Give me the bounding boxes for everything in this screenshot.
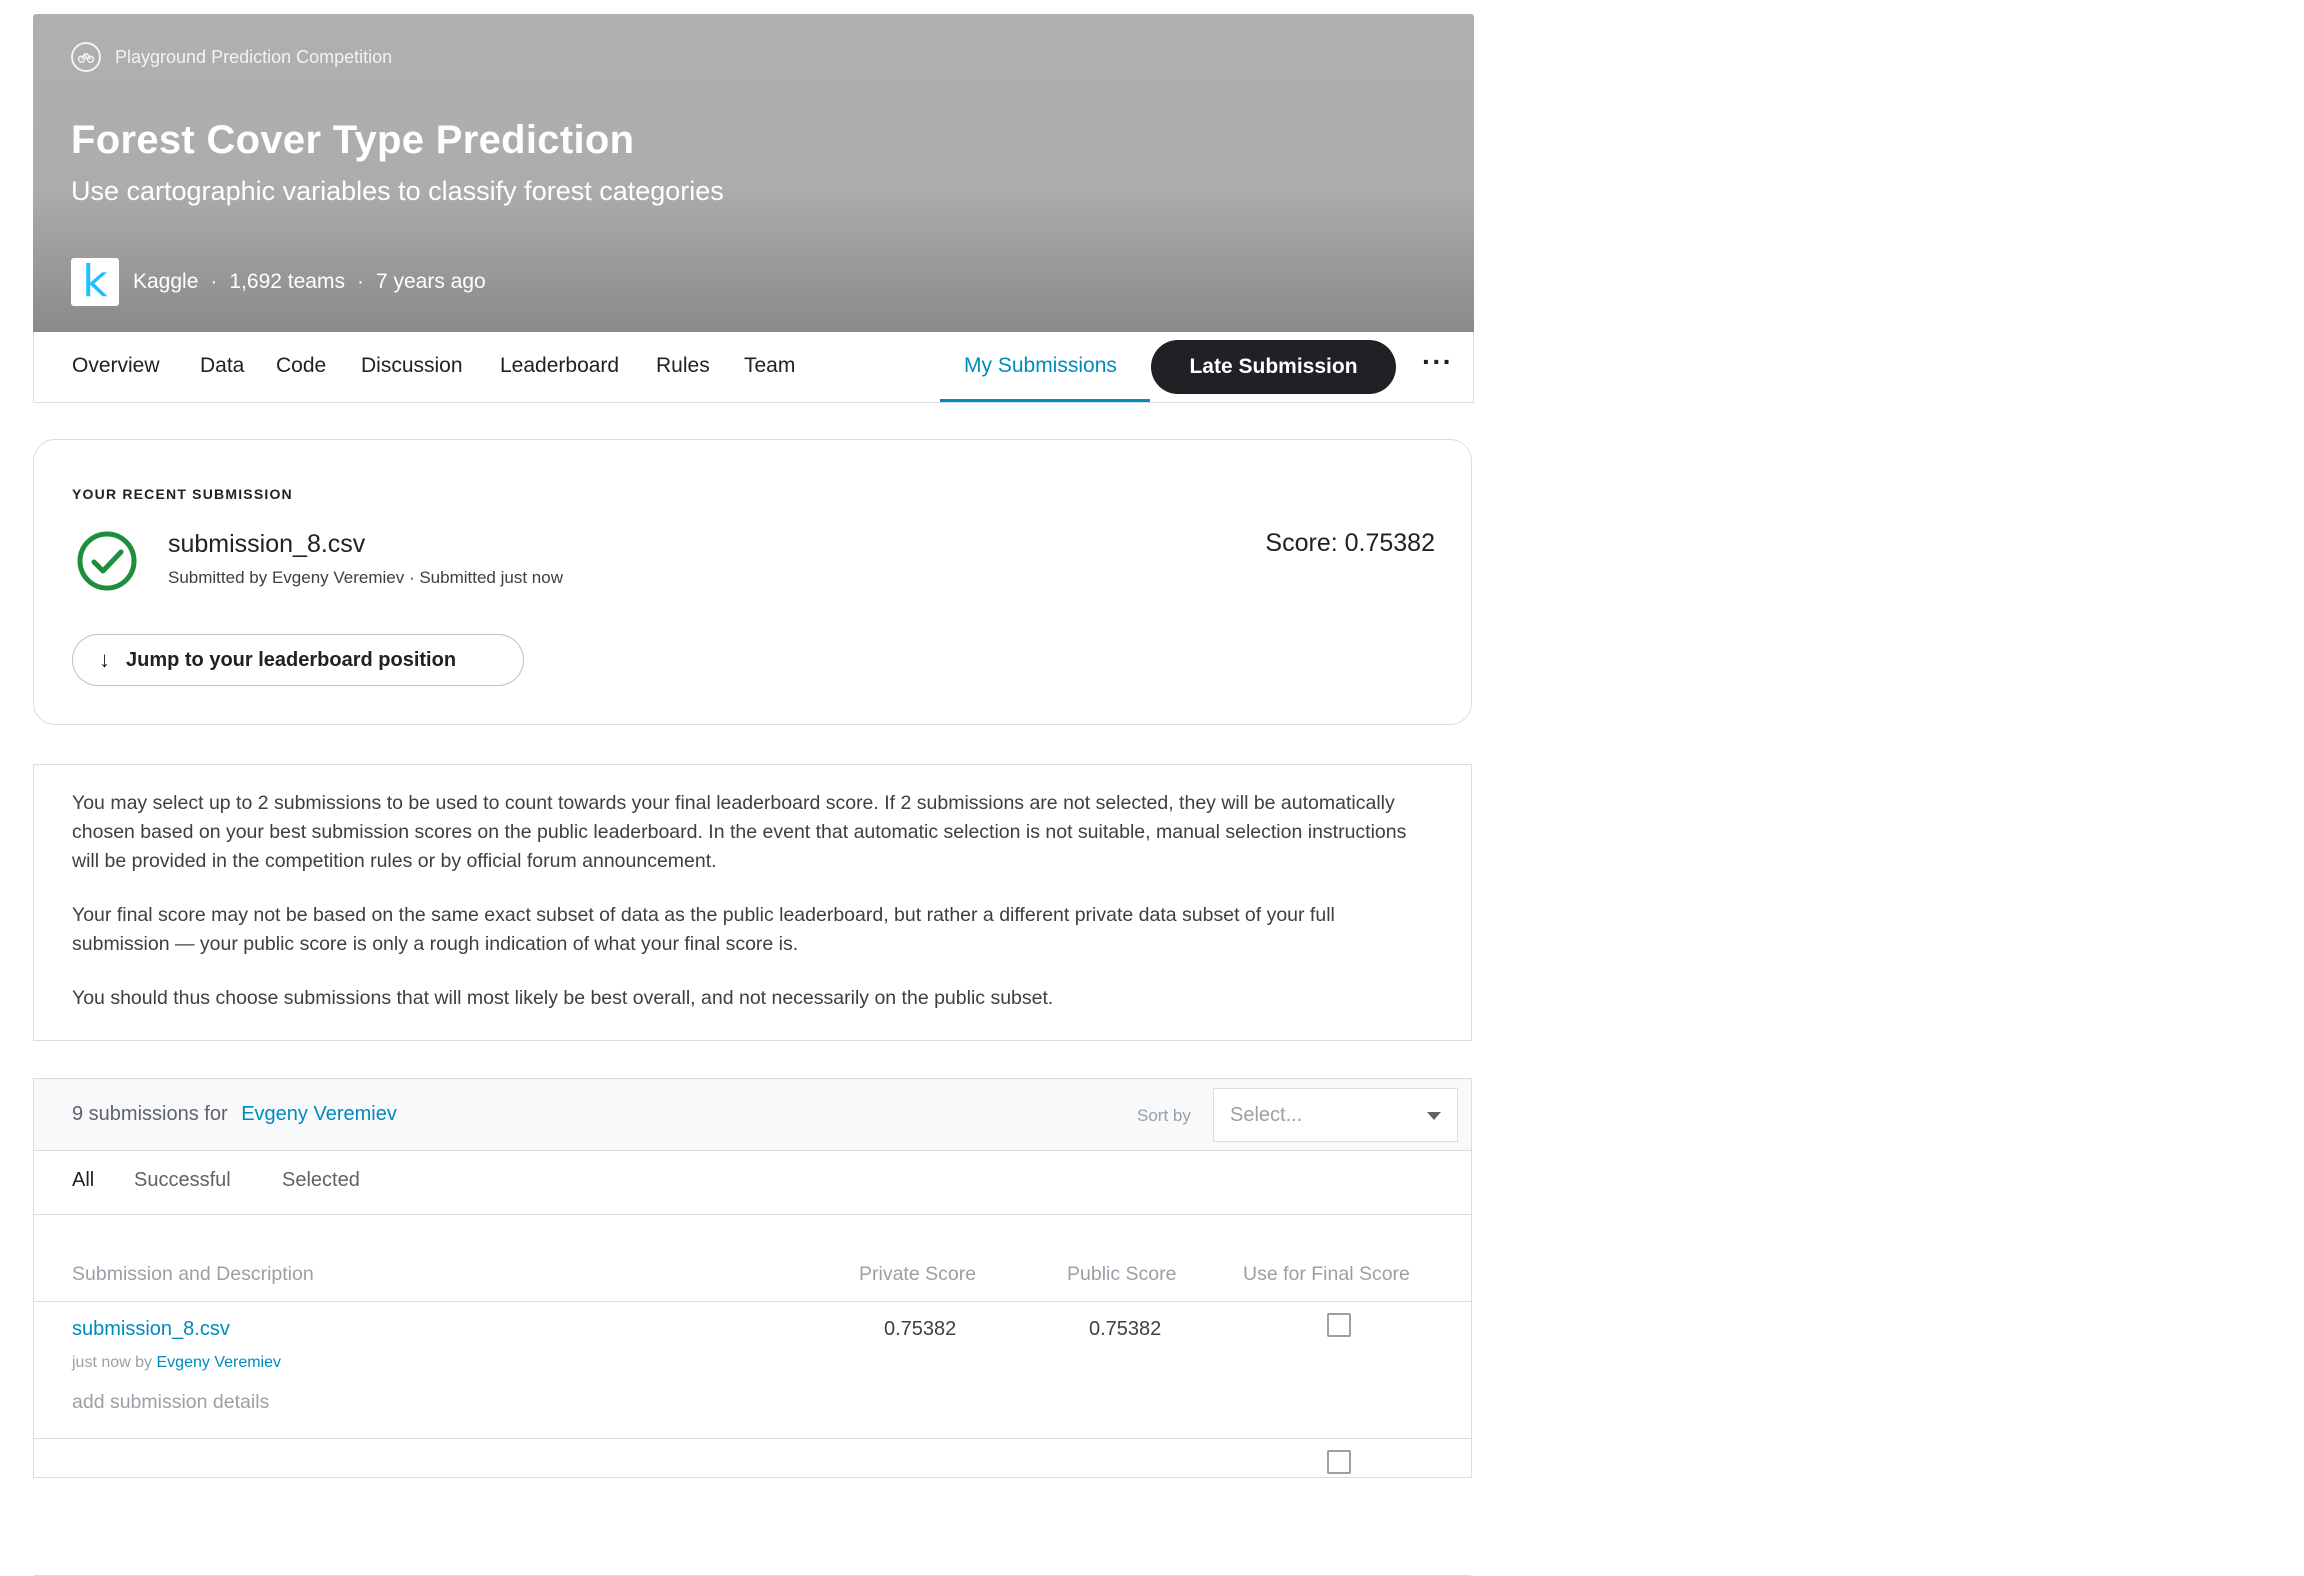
separator-dot: · [356,270,364,293]
kaggle-logo-icon[interactable]: k [71,258,119,306]
sort-select-value: Select... [1230,1103,1303,1126]
table-row [34,1439,1471,1576]
sort-select[interactable]: Select... [1213,1088,1458,1142]
tab-data[interactable]: Data [200,354,244,378]
sort-by-label: Sort by [1137,1106,1191,1125]
jump-to-leaderboard-button[interactable]: ↓ Jump to your leaderboard position [72,634,524,686]
recent-submitted-info: Submitted by Evgeny Veremiev · Submitted… [168,568,563,587]
submission-count: 9 submissions for Evgeny Veremiev [72,1103,397,1126]
submission-time: just now by [72,1354,153,1371]
column-public-score: Public Score [1067,1263,1177,1285]
column-submission: Submission and Description [72,1263,314,1285]
info-paragraph: You may select up to 2 submissions to be… [72,792,1407,872]
tab-rules[interactable]: Rules [656,354,710,378]
public-score: 0.75382 [1089,1318,1162,1340]
info-paragraph: Your final score may not be based on the… [72,904,1335,955]
submission-filters: All Successful Selected [34,1151,1471,1215]
submission-author-link[interactable]: Evgeny Veremiev [157,1354,282,1371]
separator-dot: · [210,270,218,293]
tab-leaderboard[interactable]: Leaderboard [500,354,619,378]
arrow-down-icon: ↓ [99,647,110,672]
tab-team[interactable]: Team [744,354,795,378]
submissions-user-link[interactable]: Evgeny Veremiev [241,1103,397,1125]
submission-meta: just now by Evgeny Veremiev [72,1354,281,1372]
competition-subtitle: Use cartographic variables to classify f… [71,176,724,206]
submission-file-link[interactable]: submission_8.csv [72,1318,230,1341]
recent-submission-card: YOUR RECENT SUBMISSION submission_8.csv … [33,439,1472,725]
caret-down-icon [1427,1112,1441,1120]
use-for-final-checkbox[interactable] [1327,1450,1351,1474]
competition-header: Playground Prediction Competition Forest… [33,14,1474,332]
tab-code[interactable]: Code [276,354,326,378]
host-info: k Kaggle · 1,692 teams · 7 years ago [71,258,486,306]
submission-count-text: 9 submissions for [72,1103,228,1125]
use-for-final-checkbox[interactable] [1327,1313,1351,1337]
competition-type-label: Playground Prediction Competition [115,46,393,67]
filter-all[interactable]: All [72,1169,94,1192]
more-options-icon[interactable]: ··· [1422,346,1453,378]
info-paragraph: You should thus choose submissions that … [72,987,1054,1009]
filter-selected[interactable]: Selected [282,1169,360,1192]
column-private-score: Private Score [859,1263,977,1285]
recent-submission-label: YOUR RECENT SUBMISSION [72,486,293,502]
tab-my-submissions[interactable]: My Submissions [964,354,1117,378]
playground-icon [71,42,101,72]
competition-page: Playground Prediction Competition Forest… [33,14,1474,1576]
column-final-score: Use for Final Score [1243,1263,1410,1285]
tab-discussion[interactable]: Discussion [361,354,463,378]
table-header: Submission and Description Private Score… [34,1215,1471,1302]
competition-tabs: Overview Data Code Discussion Leaderboar… [33,332,1474,403]
recent-file-name: submission_8.csv [168,530,366,558]
success-check-icon [77,531,137,591]
active-tab-indicator [940,399,1150,402]
late-submission-button[interactable]: Late Submission [1151,340,1396,394]
add-details-link[interactable]: add submission details [72,1391,269,1414]
final-score-info: You may select up to 2 submissions to be… [33,764,1472,1041]
competition-title: Forest Cover Type Prediction [71,118,635,162]
filter-successful[interactable]: Successful [134,1169,231,1192]
jump-label: Jump to your leaderboard position [126,648,457,671]
private-score: 0.75382 [884,1318,957,1340]
competition-type: Playground Prediction Competition [71,42,392,72]
recent-score: Score: 0.75382 [1265,529,1435,557]
submissions-header: 9 submissions for Evgeny Veremiev Sort b… [34,1079,1471,1151]
team-count: 1,692 teams [229,270,345,293]
table-row: submission_8.csv just now by Evgeny Vere… [34,1302,1471,1439]
submissions-list: 9 submissions for Evgeny Veremiev Sort b… [33,1078,1472,1576]
host-name[interactable]: Kaggle [133,270,198,294]
tab-overview[interactable]: Overview [72,354,160,378]
competition-age: 7 years ago [375,270,486,293]
